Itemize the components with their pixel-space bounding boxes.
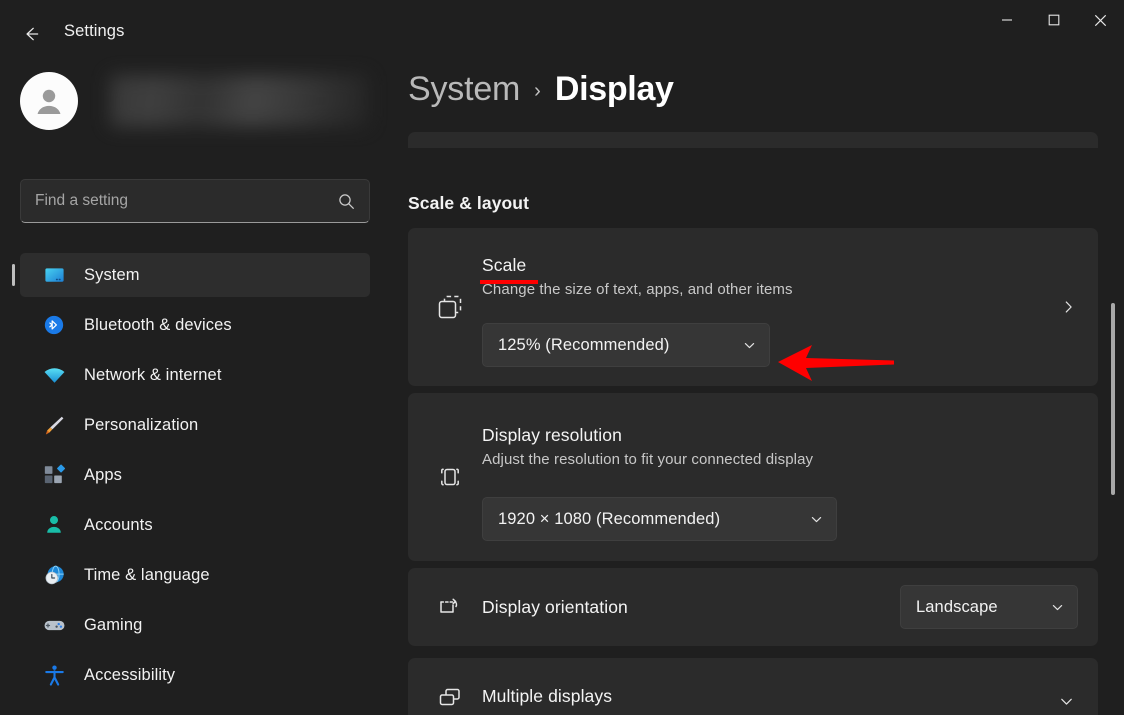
sidebar-item-label: System xyxy=(84,265,140,284)
content-area: System › Display Scale & layout Scale Ch… xyxy=(400,48,1124,715)
search-icon xyxy=(338,193,355,210)
resolution-text-block: Display resolution Adjust the resolution… xyxy=(482,425,813,468)
scrolled-card-sliver xyxy=(408,132,1098,148)
search-container: Find a setting xyxy=(20,179,370,223)
sidebar-item-label: Personalization xyxy=(84,415,199,434)
scale-title-wrap: Scale xyxy=(480,255,538,284)
sidebar-item-time-language[interactable]: Time & language xyxy=(20,553,370,597)
person-icon xyxy=(42,513,66,537)
orientation-value: Landscape xyxy=(916,597,998,616)
scale-dropdown[interactable]: 125% (Recommended) xyxy=(482,323,770,367)
orientation-dropdown[interactable]: Landscape xyxy=(900,585,1078,629)
sidebar-item-bluetooth-devices[interactable]: Bluetooth & devices xyxy=(20,303,370,347)
sidebar-item-label: Apps xyxy=(84,465,123,484)
title-bar: Settings xyxy=(0,0,1124,48)
scale-text-block: Scale Change the size of text, apps, and… xyxy=(480,255,793,298)
monitor-icon xyxy=(42,263,66,287)
chevron-down-icon xyxy=(743,339,756,352)
minimize-button[interactable] xyxy=(983,0,1030,40)
sidebar-item-accessibility[interactable]: Accessibility xyxy=(20,653,370,697)
clock-globe-icon xyxy=(42,563,66,587)
scrollbar-thumb[interactable] xyxy=(1111,303,1115,495)
back-button[interactable] xyxy=(14,19,48,49)
account-card[interactable] xyxy=(20,72,368,130)
rotate-display-icon xyxy=(434,591,466,623)
avatar xyxy=(20,72,78,130)
scale-value: 125% (Recommended) xyxy=(498,335,670,354)
resolution-dropdown[interactable]: 1920 × 1080 (Recommended) xyxy=(482,497,837,541)
sidebar-item-label: Accounts xyxy=(84,515,153,534)
maximize-icon xyxy=(1048,14,1059,26)
sidebar-item-label: Network & internet xyxy=(84,365,222,384)
sidebar-item-label: Bluetooth & devices xyxy=(84,315,232,334)
multiple-displays-row: Multiple displays xyxy=(482,658,1078,715)
breadcrumb-separator: › xyxy=(534,80,541,102)
settings-window: Settings Find a setting System Bluetooth… xyxy=(0,0,1124,715)
maximize-button[interactable] xyxy=(1030,0,1077,40)
apps-grid-icon xyxy=(42,463,66,487)
paintbrush-icon xyxy=(42,413,66,437)
red-underline xyxy=(480,280,538,284)
window-controls xyxy=(983,0,1124,40)
chevron-down-icon xyxy=(1051,601,1064,614)
resolution-title: Display resolution xyxy=(482,425,622,445)
chevron-down-icon xyxy=(1061,698,1072,705)
section-heading: Scale & layout xyxy=(408,193,530,213)
sidebar-item-label: Gaming xyxy=(84,615,143,634)
content-scrollbar[interactable] xyxy=(1108,178,1118,715)
window-title: Settings xyxy=(64,22,125,40)
multiple-displays-icon xyxy=(434,682,466,714)
account-name-redacted xyxy=(110,75,368,127)
gamepad-icon xyxy=(42,613,66,637)
sidebar-item-label: Accessibility xyxy=(84,665,176,684)
multiple-displays-title: Multiple displays xyxy=(482,685,613,706)
minimize-icon xyxy=(1001,19,1012,21)
resolution-brackets-icon xyxy=(434,461,466,493)
scale-expand-chevron[interactable] xyxy=(1061,300,1076,315)
sidebar-nav: System Bluetooth & devices Network & int… xyxy=(12,253,370,703)
multiple-displays-card[interactable]: Multiple displays xyxy=(408,658,1098,715)
search-input[interactable]: Find a setting xyxy=(20,179,370,223)
scale-squares-icon xyxy=(434,291,466,323)
wifi-icon xyxy=(42,363,66,387)
display-resolution-card[interactable]: Display resolution Adjust the resolution… xyxy=(408,393,1098,561)
search-placeholder: Find a setting xyxy=(35,192,129,209)
scale-card[interactable]: Scale Change the size of text, apps, and… xyxy=(408,228,1098,386)
close-icon xyxy=(1094,14,1107,26)
resolution-subtitle: Adjust the resolution to fit your connec… xyxy=(482,451,814,468)
sidebar: Find a setting System Bluetooth & device… xyxy=(0,48,400,715)
display-orientation-card[interactable]: Display orientation Landscape xyxy=(408,568,1098,646)
bluetooth-icon xyxy=(42,313,66,337)
sidebar-item-label: Time & language xyxy=(84,565,210,584)
sidebar-item-apps[interactable]: Apps xyxy=(20,453,370,497)
breadcrumb: System › Display xyxy=(408,70,674,109)
accessibility-icon xyxy=(42,663,66,687)
scale-title: Scale xyxy=(482,255,527,275)
orientation-row: Display orientation Landscape xyxy=(482,568,1078,646)
breadcrumb-parent[interactable]: System xyxy=(408,70,520,109)
orientation-title: Display orientation xyxy=(482,596,628,617)
sidebar-item-system[interactable]: System xyxy=(12,253,370,297)
multiple-displays-expand-chevron[interactable] xyxy=(1059,694,1074,714)
sidebar-item-personalization[interactable]: Personalization xyxy=(20,403,370,447)
sidebar-item-accounts[interactable]: Accounts xyxy=(20,503,370,547)
sidebar-item-network-internet[interactable]: Network & internet xyxy=(20,353,370,397)
chevron-down-icon xyxy=(810,513,823,526)
chevron-right-icon xyxy=(1065,301,1072,313)
close-button[interactable] xyxy=(1077,0,1124,40)
sidebar-item-gaming[interactable]: Gaming xyxy=(20,603,370,647)
page-title: Display xyxy=(554,70,674,108)
back-arrow-icon xyxy=(26,27,39,41)
person-avatar-icon xyxy=(37,89,61,114)
resolution-value: 1920 × 1080 (Recommended) xyxy=(498,509,721,528)
